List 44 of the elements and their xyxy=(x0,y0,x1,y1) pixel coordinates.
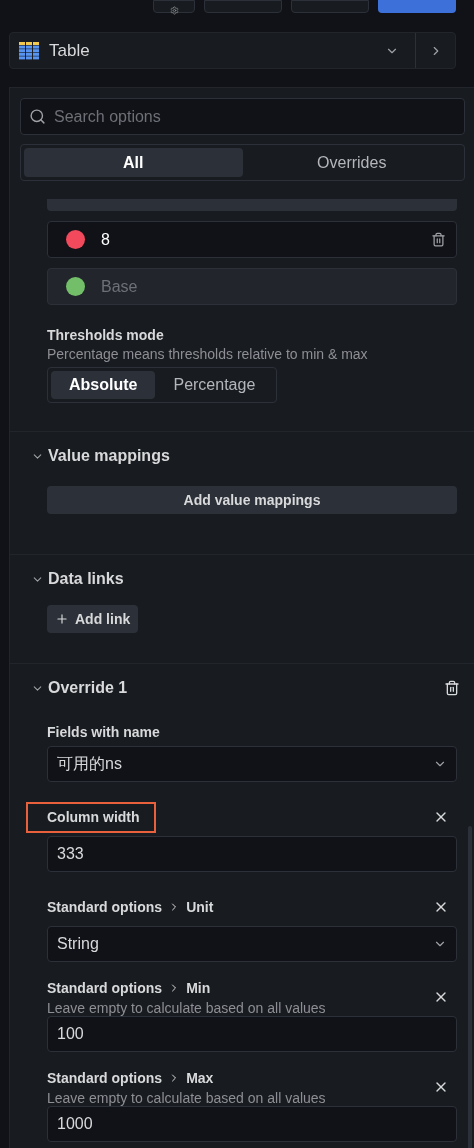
input-field[interactable]: 100 xyxy=(47,1016,457,1052)
property-label: Min xyxy=(186,978,211,998)
tab[interactable]: Overrides xyxy=(242,148,461,177)
trash-icon[interactable] xyxy=(444,680,460,696)
tab[interactable]: All xyxy=(24,148,243,177)
section-title[interactable]: Value mappings xyxy=(48,444,170,468)
field-description: Percentage means thresholds relative to min & max xyxy=(47,345,369,363)
property-label: Standard options xyxy=(47,897,163,917)
trash-icon[interactable] xyxy=(431,232,446,247)
input-field[interactable]: 1000 xyxy=(47,1106,457,1142)
field-value: String xyxy=(57,934,99,954)
field-value: 100 xyxy=(57,1024,84,1044)
threshold-value: Base xyxy=(101,276,139,297)
search-field[interactable]: Search options xyxy=(20,98,465,135)
search-icon xyxy=(29,108,46,125)
field-value: 333 xyxy=(57,844,84,864)
input-field[interactable]: 333 xyxy=(47,836,457,872)
property-label: Standard options xyxy=(47,978,163,998)
section-title[interactable]: Override 1 xyxy=(48,676,128,700)
section-title[interactable]: Data links xyxy=(48,567,124,591)
table-icon xyxy=(19,41,39,60)
plus-icon xyxy=(55,612,69,626)
threshold-row[interactable]: 8 xyxy=(47,221,457,258)
property-label: Column width xyxy=(47,807,140,827)
field-label: Thresholds mode xyxy=(47,326,165,345)
threshold-value: 8 xyxy=(101,229,111,250)
add-mappings-button[interactable]: Add value mappings xyxy=(47,486,457,514)
select-field[interactable]: String xyxy=(47,926,457,962)
field-value: 可用的ns xyxy=(57,754,122,774)
field-label: Fields with name xyxy=(47,723,161,742)
visualization-picker[interactable]: Table xyxy=(9,32,456,69)
property-label: Max xyxy=(186,1068,214,1088)
radio-option[interactable]: Percentage xyxy=(155,371,274,399)
property-label: Standard options xyxy=(47,1068,163,1088)
select-field[interactable]: 可用的ns xyxy=(47,746,457,782)
radio-option[interactable]: Absolute xyxy=(51,371,156,399)
property-label: Unit xyxy=(186,897,214,917)
field-value: 1000 xyxy=(57,1114,93,1134)
add-link-button[interactable]: Add link xyxy=(47,605,139,633)
toolbar-button[interactable] xyxy=(153,0,195,13)
property-description: Leave empty to calculate based on all values xyxy=(47,998,326,1017)
property-description: Leave empty to calculate based on all values xyxy=(47,1088,326,1107)
visualization-name: Table xyxy=(49,39,90,62)
settings-icon xyxy=(169,6,179,15)
